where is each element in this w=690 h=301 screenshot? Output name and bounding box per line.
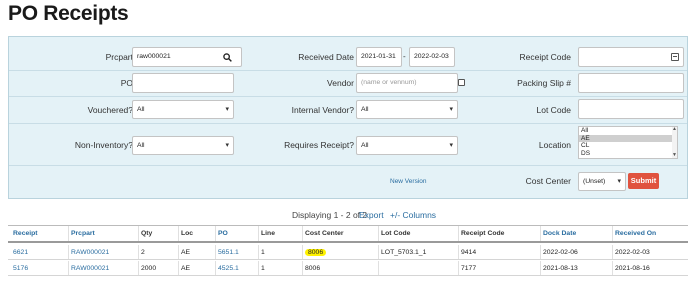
chevron-down-icon: ▾ [225,106,229,113]
vendor-input[interactable]: (name or vennum) [356,73,458,93]
column-header-loc[interactable]: Loc [178,226,193,241]
chevron-down-icon: ▾ [225,142,229,149]
lot-code-cell: LOT_5703.1_1 [381,249,427,256]
location-label: Location [538,140,571,150]
search-icon[interactable] [223,53,232,62]
cost-center-cell-highlighted: 8006 [305,249,327,256]
cost-center-select[interactable]: (Unset) ▾ [578,172,626,191]
po-label: PO [120,78,133,88]
receipt-code-cell: 9414 [461,249,477,256]
vendor-label: Vendor [327,78,354,88]
po-link[interactable]: 5651.1 [218,249,239,256]
cost-center-cell: 8006 [305,265,321,272]
chevron-down-icon: ▾ [449,142,453,149]
internal-vendor-select[interactable]: All ▾ [356,100,458,119]
filter-panel: Prcpart raw000021 Received Date 2021-01-… [8,36,688,199]
export-link[interactable]: Export [359,210,384,220]
columns-toggle-link[interactable]: +/- Columns [390,210,436,220]
line-cell: 1 [261,265,265,272]
column-header-receipt-code[interactable]: Receipt Code [458,226,504,241]
column-header-cost-center[interactable]: Cost Center [302,226,344,241]
prcpart-link[interactable]: RAW000021 [71,249,109,256]
received-on-cell: 2021-08-16 [615,265,650,272]
received-on-cell: 2022-02-03 [615,249,650,256]
location-option[interactable]: All [579,127,677,135]
loc-cell: AE [181,265,191,272]
po-link[interactable]: 4525.1 [218,265,239,272]
internal-vendor-selected: All [361,106,369,113]
vouchered-selected: All [137,106,145,113]
packing-slip-input[interactable] [578,73,684,93]
dock-date-cell: 2021-08-13 [543,265,578,272]
requires-receipt-selected: All [361,142,369,149]
received-date-to-input[interactable]: 2022-02-03 [409,47,455,67]
submit-button[interactable]: Submit [628,173,659,189]
po-input[interactable] [132,73,234,93]
page-title: PO Receipts [8,2,129,25]
non-inventory-selected: All [137,142,145,149]
column-header-dock-date[interactable]: Dock Date [540,226,576,241]
prcpart-link[interactable]: RAW000021 [71,265,109,272]
location-option[interactable]: DS [579,150,677,158]
loc-cell: AE [181,249,191,256]
vouchered-label: Vouchered? [87,105,133,115]
receipt-link[interactable]: 6621 [13,249,28,256]
chevron-down-icon: ▾ [449,106,453,113]
received-date-label: Received Date [298,52,354,62]
column-header-line[interactable]: Line [258,226,275,241]
column-header-po[interactable]: PO [215,226,228,241]
requires-receipt-select[interactable]: All ▾ [356,136,458,155]
column-header-receipt[interactable]: Receipt [10,226,38,241]
dock-date-cell: 2022-02-06 [543,249,578,256]
new-version-link[interactable]: New Version [390,178,427,185]
receipt-code-input[interactable] [578,47,684,67]
qty-cell: 2000 [141,265,157,272]
calendar-icon[interactable] [671,53,679,61]
line-cell: 1 [261,249,265,256]
internal-vendor-label: Internal Vendor? [291,105,354,115]
cost-center-label: Cost Center [525,176,571,186]
column-header-prcpart[interactable]: Prcpart [68,226,95,241]
prcpart-label: Prcpart [105,52,133,62]
receipt-link[interactable]: 5176 [13,265,28,272]
vendor-checkbox[interactable] [458,79,465,86]
table-row[interactable]: 6621 RAW000021 2 AE 5651.1 1 8006 LOT_57… [8,245,688,260]
chevron-down-icon: ▾ [617,178,621,185]
vouchered-select[interactable]: All ▾ [132,100,234,119]
scroll-up-icon[interactable]: ▲ [672,127,677,132]
received-date-from-input[interactable]: 2021-01-31 [356,47,402,67]
column-header-received-on[interactable]: Received On [612,226,656,241]
packing-slip-label: Packing Slip # [517,78,571,88]
listbox-scrollbar[interactable]: ▲ ▼ [672,127,677,158]
receipt-code-cell: 7177 [461,265,477,272]
table-row[interactable]: 5176 RAW000021 2000 AE 4525.1 1 8006 717… [8,261,688,276]
table-header: Receipt Prcpart Qty Loc PO Line Cost Cen… [8,225,688,243]
date-range-separator: - [403,52,406,61]
lot-code-input[interactable] [578,99,684,119]
location-listbox[interactable]: All AE CL DS ▲ ▼ [578,126,678,159]
cost-center-selected: (Unset) [583,178,606,185]
location-option[interactable]: CL [579,142,677,150]
receipt-code-label: Receipt Code [519,52,571,62]
requires-receipt-label: Requires Receipt? [284,140,354,150]
column-header-lot-code[interactable]: Lot Code [378,226,410,241]
non-inventory-select[interactable]: All ▾ [132,136,234,155]
location-option[interactable]: AE [579,134,677,143]
non-inventory-label: Non-Inventory? [74,140,133,150]
qty-cell: 2 [141,249,145,256]
column-header-qty[interactable]: Qty [138,226,152,241]
results-count: Displaying 1 - 2 of 2 [292,210,368,220]
scroll-down-icon[interactable]: ▼ [672,153,677,158]
lot-code-label: Lot Code [536,105,572,115]
